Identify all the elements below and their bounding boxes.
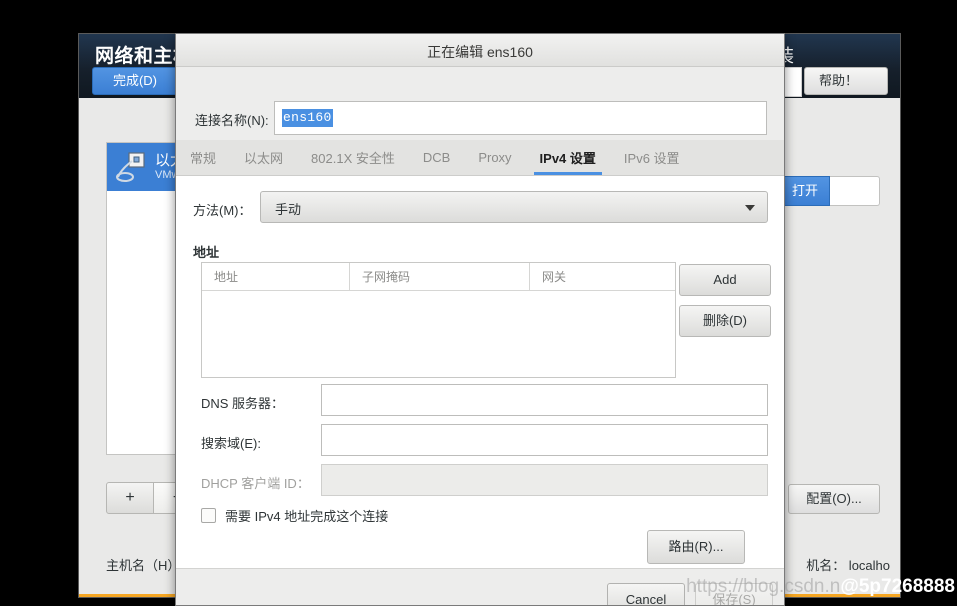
tab-proxy[interactable]: Proxy xyxy=(464,140,525,175)
connection-name-row: 连接名称(N): ens160 xyxy=(176,68,784,135)
done-button[interactable]: 完成(D) xyxy=(92,67,178,95)
addresses-heading: 地址 xyxy=(193,245,220,260)
ethernet-adapter-icon xyxy=(115,150,149,184)
routes-button[interactable]: 路由(R)... xyxy=(647,530,745,564)
column-header-netmask: 子网掩码 xyxy=(350,263,530,290)
search-domains-input[interactable] xyxy=(321,424,768,456)
help-button[interactable]: 帮助！ xyxy=(804,67,888,95)
device-power-toggle[interactable]: 打开 xyxy=(780,176,880,206)
chevron-down-icon xyxy=(745,205,755,211)
connection-name-input[interactable]: ens160 xyxy=(274,101,767,135)
settings-tabbar: 常规 以太网 802.1X 安全性 DCB Proxy IPv4 设置 IPv6… xyxy=(176,140,784,176)
add-address-button[interactable]: Add xyxy=(679,264,771,296)
dialog-title: 正在编辑 ens160 xyxy=(427,44,533,60)
tabbar-spacer xyxy=(694,140,784,175)
tab-dcb[interactable]: DCB xyxy=(409,140,464,175)
toggle-off-part[interactable] xyxy=(830,176,880,206)
method-label: 方法(M)： xyxy=(193,203,252,218)
method-select[interactable]: 手动 xyxy=(260,191,768,223)
configure-button[interactable]: 配置(O)... xyxy=(788,484,880,514)
dhcp-client-id-label: DHCP 客户端 ID： xyxy=(201,476,310,491)
cancel-button[interactable]: Cancel xyxy=(607,583,685,605)
save-button[interactable]: 保存(S) xyxy=(695,583,773,605)
dns-servers-input[interactable] xyxy=(321,384,768,416)
tab-general[interactable]: 常规 xyxy=(176,140,230,175)
delete-address-button[interactable]: 删除(D) xyxy=(679,305,771,337)
tab-ipv4-settings[interactable]: IPv4 设置 xyxy=(526,140,610,175)
address-table-body[interactable] xyxy=(202,291,675,377)
require-ipv4-row[interactable]: 需要 IPv4 地址完成这个连接 xyxy=(201,506,388,525)
tab-ethernet[interactable]: 以太网 xyxy=(230,140,297,175)
tab-8021x-security[interactable]: 802.1X 安全性 xyxy=(297,140,409,175)
dialog-action-bar: Cancel 保存(S) xyxy=(176,568,784,605)
address-table-header: 地址 子网掩码 网关 xyxy=(202,263,675,291)
ipv4-settings-panel: 方法(M)： 手动 地址 地址 子网掩码 网关 Add 删除(D) DNS 服务… xyxy=(176,176,784,568)
method-selected-value: 手动 xyxy=(275,202,302,217)
dns-servers-label: DNS 服务器： xyxy=(201,396,285,411)
hostname-label: 主机名（H） xyxy=(106,558,181,573)
require-ipv4-label: 需要 IPv4 地址完成这个连接 xyxy=(225,509,389,524)
dhcp-client-id-input xyxy=(321,464,768,496)
connection-name-label: 连接名称(N): xyxy=(195,113,269,128)
connection-name-value: ens160 xyxy=(282,109,333,127)
tab-ipv6-settings[interactable]: IPv6 设置 xyxy=(610,140,694,175)
search-domains-label: 搜索域(E): xyxy=(201,436,261,451)
connection-editor-dialog: 正在编辑 ens160 连接名称(N): ens160 常规 以太网 802.1… xyxy=(175,33,785,606)
add-device-button[interactable]: + xyxy=(106,482,154,514)
toggle-on-label[interactable]: 打开 xyxy=(780,176,830,206)
address-table[interactable]: 地址 子网掩码 网关 xyxy=(201,262,676,378)
column-header-address: 地址 xyxy=(202,263,350,290)
current-hostname-value: 机名： localho xyxy=(806,558,890,573)
column-header-gateway: 网关 xyxy=(542,270,567,284)
dialog-titlebar: 正在编辑 ens160 xyxy=(176,34,784,67)
require-ipv4-checkbox[interactable] xyxy=(201,508,216,523)
